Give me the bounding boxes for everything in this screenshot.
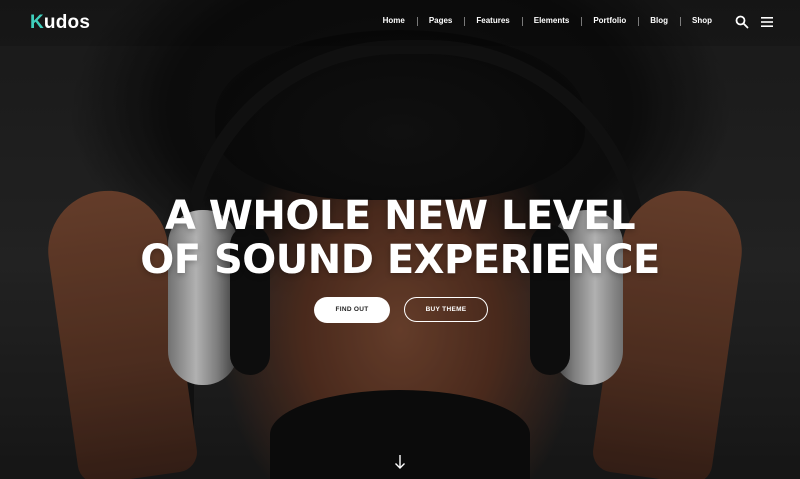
search-icon[interactable] <box>735 15 749 29</box>
site-logo[interactable]: Kudos <box>30 12 90 34</box>
main-nav: Home Pages Features Elements Portfolio B… <box>371 16 724 26</box>
hero-headline-line-2: OF SOUND EXPERIENCE <box>140 237 660 283</box>
nav-item-shop[interactable]: Shop <box>680 16 724 26</box>
hamburger-menu-icon[interactable] <box>761 17 773 27</box>
hero-headline-line-1: A WHOLE NEW LEVEL <box>164 193 636 239</box>
nav-item-home[interactable]: Home <box>371 16 417 25</box>
arrow-down-icon[interactable] <box>394 454 406 470</box>
nav-item-pages[interactable]: Pages <box>416 16 465 26</box>
hero-headline: A WHOLE NEW LEVEL OF SOUND EXPERIENCE <box>0 194 800 282</box>
logo-text: udos <box>43 12 91 33</box>
logo-initial: K <box>30 12 44 33</box>
nav-item-blog[interactable]: Blog <box>638 16 680 26</box>
nav-item-elements[interactable]: Elements <box>521 16 582 26</box>
nav-item-portfolio[interactable]: Portfolio <box>581 16 638 26</box>
nav-item-features[interactable]: Features <box>464 16 521 26</box>
find-out-button[interactable]: FIND OUT <box>314 297 390 323</box>
buy-theme-button[interactable]: BUY THEME <box>404 297 488 322</box>
site-header: Kudos Home Pages Features Elements Portf… <box>0 0 800 46</box>
